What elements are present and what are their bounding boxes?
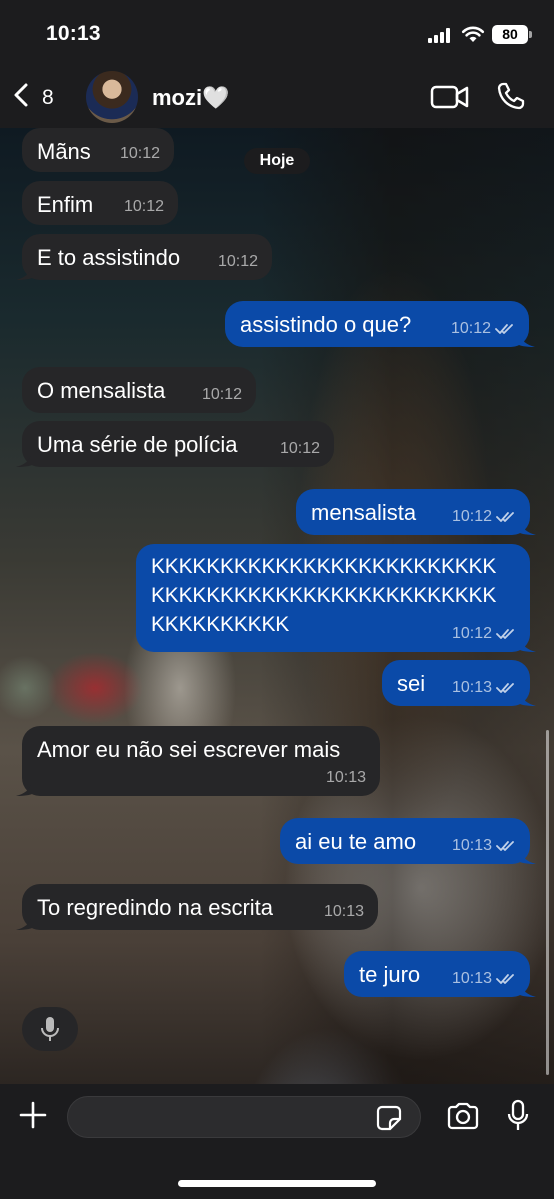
- video-camera-icon[interactable]: [430, 84, 470, 110]
- message-timestamp: 10:13: [324, 902, 364, 923]
- incoming-message[interactable]: Mãns 10:12: [22, 128, 174, 172]
- incoming-message[interactable]: Enfim 10:12: [22, 181, 178, 225]
- status-time: 10:13: [46, 22, 101, 45]
- message-timestamp: 10:13: [452, 969, 516, 990]
- message-time: 10:13: [451, 679, 492, 697]
- microphone-icon[interactable]: [506, 1099, 530, 1133]
- contact-name[interactable]: mozi🤍: [152, 85, 230, 111]
- bubble-tail: [519, 333, 535, 347]
- battery-indicator: 80: [492, 25, 528, 44]
- message-text-line: KKKKKKKKKKKKKKKKKKKKKKKKK: [151, 555, 497, 578]
- message-text: Mãns: [37, 139, 91, 164]
- message-timestamp: 10:12: [202, 385, 242, 406]
- voice-message-button[interactable]: [22, 1007, 78, 1051]
- message-time: 10:12: [451, 625, 492, 643]
- message-time: 10:12: [201, 386, 242, 404]
- message-text: sei: [397, 671, 426, 696]
- bubble-tail: [16, 782, 32, 796]
- incoming-message[interactable]: To regredindo na escrita 10:13: [16, 884, 378, 930]
- camera-icon[interactable]: [446, 1102, 480, 1130]
- message-time: 10:13: [325, 769, 366, 787]
- message-time: 10:12: [123, 198, 164, 216]
- read-receipt-icon: [496, 974, 514, 984]
- message-text: ai eu te amo: [295, 829, 417, 854]
- wifi-icon: [461, 26, 485, 42]
- bubble-tail: [520, 638, 536, 652]
- message-timestamp: 10:13: [452, 836, 516, 857]
- outgoing-message[interactable]: sei 10:13: [382, 660, 536, 706]
- outgoing-message[interactable]: mensalista 10:12: [296, 489, 536, 535]
- incoming-message[interactable]: E to assistindo 10:12: [16, 234, 272, 280]
- message-time: 10:13: [323, 903, 364, 921]
- message-text: To regredindo na escrita: [37, 895, 274, 920]
- composer-bar: [0, 1084, 554, 1199]
- bubble-tail: [520, 692, 536, 706]
- message-input[interactable]: [67, 1096, 421, 1138]
- bubble-tail: [520, 850, 536, 864]
- read-receipt-icon: [495, 324, 513, 334]
- read-receipt-icon: [496, 629, 514, 639]
- message-text: mensalista: [311, 500, 417, 525]
- message-text: Uma série de polícia: [37, 432, 238, 457]
- unread-chats-count[interactable]: 8: [42, 86, 54, 110]
- message-time: 10:12: [279, 440, 320, 458]
- outgoing-message[interactable]: KKKKKKKKKKKKKKKKKKKKKKKKK KKKKKKKKKKKKKKK…: [136, 544, 536, 652]
- bubble-tail: [520, 521, 536, 535]
- bubble-tail: [520, 983, 536, 997]
- message-text: Amor eu não sei escrever mais: [37, 737, 341, 762]
- contact-avatar[interactable]: [86, 71, 138, 123]
- chat-header: 8 mozi🤍: [0, 62, 554, 128]
- incoming-message[interactable]: Uma série de polícia 10:12: [16, 421, 334, 467]
- message-timestamp: 10:13: [326, 768, 366, 789]
- outgoing-message[interactable]: ai eu te amo 10:13: [280, 818, 536, 864]
- bubble-tail: [16, 916, 32, 930]
- incoming-message[interactable]: Amor eu não sei escrever mais 10:13: [16, 726, 380, 796]
- message-timestamp: 10:12: [280, 439, 320, 460]
- message-timestamp: 10:12: [218, 252, 258, 273]
- bubble-tail: [16, 453, 32, 467]
- bubble-tail: [16, 266, 32, 280]
- microphone-icon: [41, 1017, 59, 1041]
- message-text: assistindo o que?: [240, 312, 412, 337]
- outgoing-message[interactable]: te juro 10:13: [344, 951, 536, 997]
- message-time: 10:13: [451, 837, 492, 855]
- message-text: O mensalista: [37, 378, 166, 403]
- read-receipt-icon: [496, 841, 514, 851]
- message-timestamp: 10:12: [451, 319, 515, 340]
- message-text: te juro: [359, 962, 421, 987]
- message-time: 10:12: [217, 253, 258, 271]
- message-time: 10:12: [119, 145, 160, 163]
- battery-tip: [529, 31, 532, 38]
- message-timestamp: 10:12: [120, 144, 160, 165]
- message-text: E to assistindo: [37, 245, 181, 270]
- message-time: 10:12: [450, 320, 491, 338]
- message-text: Enfim: [37, 192, 94, 217]
- message-time: 10:13: [451, 970, 492, 988]
- chevron-left-icon[interactable]: [10, 82, 34, 108]
- scrollbar-thumb[interactable]: [546, 730, 549, 1075]
- plus-icon[interactable]: [18, 1100, 48, 1130]
- message-timestamp: 10:12: [452, 624, 516, 645]
- message-timestamp: 10:12: [452, 507, 516, 528]
- status-bar: 10:13 80: [0, 0, 554, 62]
- read-receipt-icon: [496, 512, 514, 522]
- home-indicator[interactable]: [178, 1180, 376, 1187]
- outgoing-message[interactable]: assistindo o que? 10:12: [225, 301, 535, 347]
- date-separator: Hoje: [244, 148, 310, 174]
- phone-icon[interactable]: [496, 81, 526, 111]
- incoming-message[interactable]: O mensalista 10:12: [22, 367, 256, 413]
- message-timestamp: 10:12: [124, 197, 164, 218]
- sticker-icon[interactable]: [376, 1105, 402, 1131]
- message-time: 10:12: [451, 508, 492, 526]
- read-receipt-icon: [496, 683, 514, 693]
- message-text-line: KKKKKKKKKKKKKKKKKKKKKKKKK: [151, 584, 497, 607]
- cellular-signal-icon: [428, 27, 454, 43]
- message-timestamp: 10:13: [452, 678, 516, 699]
